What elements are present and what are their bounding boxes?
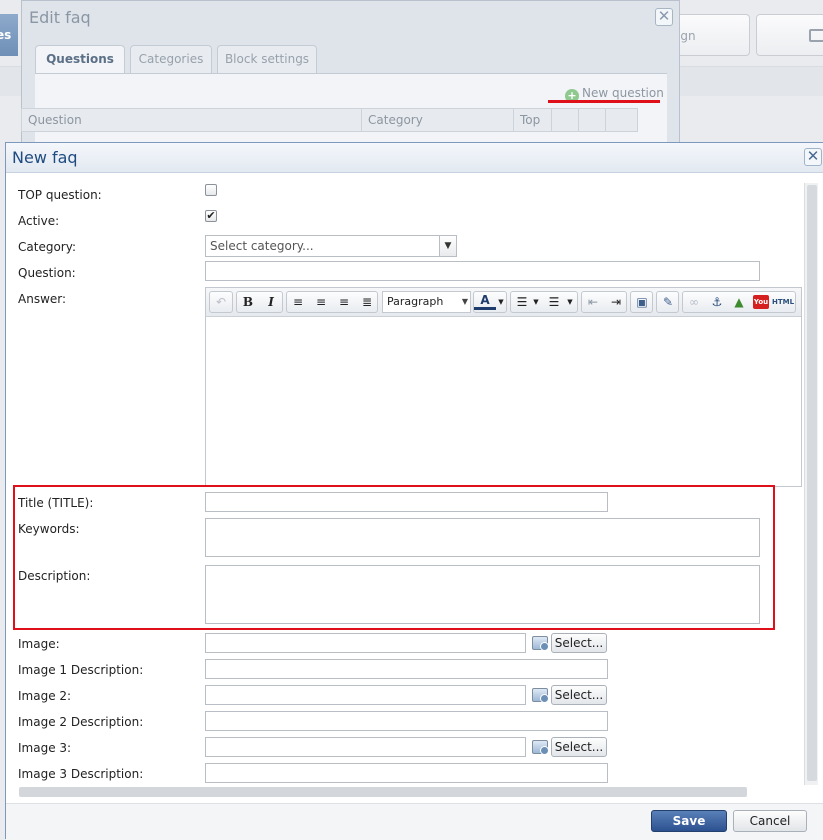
italic-button[interactable]: I	[260, 292, 282, 312]
vertical-scrollbar[interactable]	[804, 183, 818, 785]
text-style-group: B I	[236, 291, 283, 313]
edit-group: ✎	[656, 291, 679, 313]
youtube-icon[interactable]: You	[753, 295, 769, 309]
tab-categories[interactable]: Categories	[130, 45, 212, 73]
folder-icon	[809, 29, 823, 42]
image2-select-button[interactable]: Select...	[551, 685, 607, 705]
image2-description-label: Image 2 Description:	[18, 715, 144, 729]
tab-questions[interactable]: Questions	[35, 45, 125, 74]
image3-description-label: Image 3 Description:	[18, 767, 144, 781]
indent-icon[interactable]: ⇥	[605, 292, 627, 312]
active-label: Active:	[18, 214, 60, 228]
background-design-button: ign	[672, 14, 750, 56]
image-input[interactable]	[205, 633, 526, 653]
align-center-icon[interactable]: ≡	[310, 292, 332, 312]
answer-editor-body[interactable]	[206, 317, 801, 486]
image3-description-input[interactable]	[205, 763, 608, 783]
format-value: Paragraph	[387, 295, 444, 308]
active-checkbox[interactable]: ✔	[205, 210, 217, 222]
image3-label: Image 3:	[18, 741, 72, 755]
format-select[interactable]: Paragraph ▼	[382, 291, 471, 313]
image-label: Image:	[18, 637, 60, 651]
column-action-3	[606, 109, 637, 131]
link-icon[interactable]: ∞	[683, 292, 705, 312]
horizontal-scrollbar[interactable]	[19, 787, 747, 797]
top-question-label: TOP question:	[18, 188, 102, 202]
background-folder-button	[756, 14, 823, 56]
chevron-down-icon[interactable]: ▼	[439, 236, 456, 256]
seo-fields-highlight	[13, 485, 775, 630]
image2-description-input[interactable]	[205, 711, 608, 731]
question-input[interactable]	[205, 261, 760, 281]
bullet-list-icon[interactable]: ☰	[511, 292, 533, 312]
question-label: Question:	[18, 266, 76, 280]
column-question[interactable]: Question	[22, 109, 362, 131]
image-browse-icon[interactable]	[532, 636, 549, 651]
image2-browse-icon[interactable]	[532, 688, 549, 703]
edit-faq-title: Edit faq	[29, 8, 91, 27]
image2-input[interactable]	[205, 685, 526, 705]
background-app-button: es	[0, 14, 18, 56]
insert-group: ∞ ⚓ ▲ You HTML	[682, 291, 796, 313]
align-right-icon[interactable]: ≡	[333, 292, 355, 312]
save-button[interactable]: Save	[651, 810, 727, 832]
chevron-down-icon[interactable]: ▼	[531, 292, 541, 312]
chevron-down-icon[interactable]: ▼	[496, 292, 506, 312]
align-justify-icon[interactable]: ≣	[356, 292, 378, 312]
chevron-down-icon: ▼	[461, 297, 468, 306]
list-group: ☰ ▼ ☰ ▼	[510, 291, 578, 313]
dialog-footer: Save Cancel	[6, 803, 823, 840]
new-faq-dialog: New faq ✕ TOP question: Active: ✔ Catego…	[5, 142, 823, 840]
dialog-close-button[interactable]: ✕	[804, 148, 822, 166]
close-icon: ✕	[806, 147, 820, 165]
vertical-scrollbar-thumb[interactable]	[807, 185, 817, 781]
category-label: Category:	[18, 240, 76, 254]
questions-grid-header: Question Category Top	[21, 108, 638, 132]
new-question-highlight	[548, 100, 660, 103]
column-action-1	[552, 109, 579, 131]
dialog-header: New faq ✕	[6, 143, 823, 173]
editor-toolbar: ↶ B I ≡ ≡ ≡ ≣ Paragraph ▼ A ▼ ☰ ▼ ☰ ▼ ⇤ …	[206, 288, 801, 317]
column-category[interactable]: Category	[362, 109, 514, 131]
edit-source-icon[interactable]: ✎	[657, 292, 679, 312]
tab-block-settings[interactable]: Block settings	[217, 45, 317, 73]
category-select[interactable]: Select category... ▼	[205, 235, 457, 257]
top-question-checkbox[interactable]	[205, 184, 217, 196]
outdent-icon[interactable]: ⇤	[582, 292, 604, 312]
category-placeholder: Select category...	[210, 239, 314, 253]
image1-description-input[interactable]	[205, 659, 608, 679]
cancel-button[interactable]: Cancel	[733, 810, 807, 832]
text-color-icon[interactable]: A	[474, 292, 496, 310]
image3-select-button[interactable]: Select...	[551, 737, 607, 757]
undo-group: ↶	[209, 291, 233, 313]
image3-browse-icon[interactable]	[532, 740, 549, 755]
align-group: ≡ ≡ ≡ ≣	[286, 291, 378, 313]
column-action-2	[579, 109, 606, 131]
image2-label: Image 2:	[18, 689, 72, 703]
column-top[interactable]: Top	[514, 109, 552, 131]
answer-label: Answer:	[18, 292, 67, 306]
numbered-list-icon[interactable]: ☰	[543, 292, 565, 312]
indent-group: ⇤ ⇥	[581, 291, 627, 313]
paste-group: ▣	[630, 291, 653, 313]
edit-faq-close-button[interactable]: ✕	[655, 8, 673, 26]
bold-button[interactable]: B	[237, 292, 259, 312]
undo-icon[interactable]: ↶	[210, 292, 232, 312]
image-select-button[interactable]: Select...	[551, 633, 607, 653]
text-color-group: A ▼	[473, 291, 507, 313]
image-icon[interactable]: ▲	[728, 292, 750, 312]
html-button[interactable]: HTML	[771, 292, 795, 312]
answer-editor: ↶ B I ≡ ≡ ≡ ≣ Paragraph ▼ A ▼ ☰ ▼ ☰ ▼ ⇤ …	[205, 287, 802, 487]
dialog-title: New faq	[12, 148, 78, 167]
align-left-icon[interactable]: ≡	[287, 292, 309, 312]
paste-word-icon[interactable]: ▣	[631, 292, 653, 312]
image1-description-label: Image 1 Description:	[18, 663, 144, 677]
chevron-down-icon[interactable]: ▼	[565, 292, 575, 312]
image3-input[interactable]	[205, 737, 526, 757]
anchor-icon[interactable]: ⚓	[706, 292, 728, 312]
